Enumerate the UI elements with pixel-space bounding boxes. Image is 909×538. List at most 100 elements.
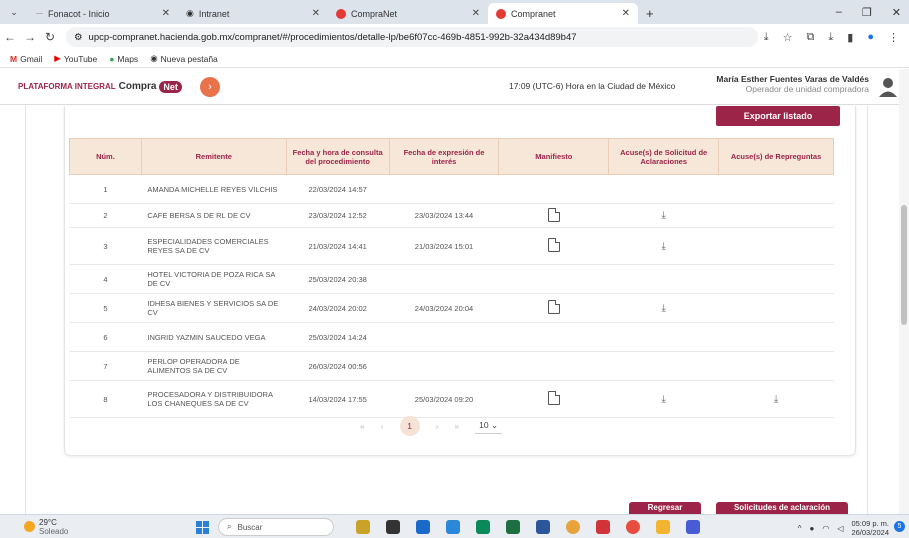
pdf-document-icon[interactable] [547,300,560,314]
compranet-logo[interactable]: PLATAFORMA INTEGRAL Compra Net [18,80,182,93]
site-info-icon[interactable]: ⚙ [74,32,83,43]
close-tab-icon[interactable]: ✕ [162,8,170,19]
wifi-icon[interactable]: ◠ [822,524,829,533]
app-red-icon[interactable] [626,520,640,534]
scrollbar-thumb[interactable] [901,205,907,325]
new-tab-button[interactable]: + [638,3,662,24]
taskbar-search[interactable]: ⌕ Buscar [218,518,334,536]
download-icon[interactable]: ⤓ [661,241,665,252]
pdf-document-icon[interactable] [547,391,560,405]
cell-consulta: 23/03/2024 12:52 [286,203,390,228]
acrobat-icon[interactable] [596,520,610,534]
close-tab-icon[interactable]: ✕ [472,8,480,19]
notification-badge[interactable]: 5 [894,521,905,532]
downloads-icon[interactable]: ⤓ [828,31,833,44]
first-page-button[interactable]: « [360,421,365,431]
cell-repreguntas [718,264,834,294]
close-tab-icon[interactable]: ✕ [622,8,630,19]
pdf-document-icon[interactable] [547,207,560,222]
tab-compranet[interactable]: CompraNet ✕ [328,3,488,24]
forward-icon[interactable]: → [20,30,40,44]
download-icon[interactable]: ⤓ [661,394,665,405]
edge-icon[interactable] [476,520,490,534]
prev-page-button[interactable]: ‹ [381,421,384,431]
download-icon[interactable]: ⤓ [661,303,665,314]
tab-compranet-active[interactable]: Compranet ✕ [488,3,638,24]
cell-remitente: INGRID YAZMIN SAUCEDO VEGA [141,322,287,352]
cell-num: 1 [69,174,142,204]
user-avatar-icon[interactable] [877,76,899,98]
back-button[interactable]: Regresar [629,502,701,514]
teams-icon[interactable] [686,520,700,534]
close-tab-icon[interactable]: ✕ [312,8,320,19]
clock-widget[interactable]: 05:09 p. m. 26/03/2024 [851,519,889,537]
extensions-icon[interactable]: ⧉ [807,31,815,44]
url-input[interactable]: ⚙ upcp-compranet.hacienda.gob.mx/compran… [66,27,758,47]
cell-interes [389,322,499,352]
export-list-button[interactable]: Exportar listado [716,106,840,126]
windows-start-icon[interactable] [196,521,209,534]
table-row: 5 IDHESA BIENES Y SERVICIOS SA DE CV 24/03… [69,293,834,323]
page-size-select[interactable]: 10 ⌄ [475,418,503,434]
task-view-icon[interactable] [386,520,400,534]
last-page-button[interactable]: » [454,421,459,431]
chat-icon[interactable] [416,520,430,534]
table-row: 6 INGRID YAZMIN SAUCEDO VEGA 25/03/2024 14… [69,322,834,352]
download-icon[interactable]: ⤓ [661,210,665,221]
weather-condition: Soleado [39,526,69,536]
cell-interes [389,264,499,294]
bookmark-gmail[interactable]: M Gmail [10,54,42,64]
bookmark-youtube[interactable]: ▶ YouTube [54,53,97,64]
restore-icon[interactable]: ❐ [862,6,872,19]
table-row: 7 PERLOP OPERADORA DE ALIMENTOS SA DE CV 2… [69,351,834,381]
tab-fonacot[interactable]: — Fonacot - Inicio ✕ [28,3,178,24]
profile-icon[interactable]: ● [867,31,874,44]
minimize-icon[interactable]: – [836,6,842,18]
maps-icon: ● [109,53,115,64]
cell-interes: 21/03/2024 15:01 [389,227,499,265]
col-repreguntas: Acuse(s) de Repreguntas [718,138,834,175]
sidepanel-icon[interactable]: ▮ [847,31,853,44]
taskbar-time: 05:09 p. m. [851,519,889,528]
bookmark-new-tab[interactable]: ◉ Nueva pestaña [150,53,218,64]
tab-intranet[interactable]: ◉ Intranet ✕ [178,3,328,24]
bookmark-maps[interactable]: ● Maps [109,54,138,64]
folder-icon[interactable] [656,520,670,534]
cell-manifiesto [498,380,609,418]
word-icon[interactable] [536,520,550,534]
cell-interes [389,174,499,204]
windows-taskbar: 29°C Soleado ⌕ Buscar ^ ● ◠ ◁ 05:09 p. m… [0,514,909,538]
cell-remitente: AMANDA MICHELLE REYES VILCHIS [141,174,287,204]
pdf-document-icon[interactable] [547,238,560,252]
tab-list-chevron-icon[interactable]: ⌄ [0,0,28,24]
chrome-icon[interactable] [566,520,580,534]
reload-icon[interactable]: ↻ [40,30,60,44]
cell-manifiesto [498,322,609,352]
menu-icon[interactable]: ⋮ [888,31,899,44]
next-page-button[interactable]: › [436,421,439,431]
install-icon[interactable]: ⤓ [764,31,769,44]
page-size-value: 10 [479,420,489,430]
close-window-icon[interactable]: ✕ [892,6,901,19]
tray-app-icon[interactable]: ● [809,524,814,533]
col-remitente: Remitente [140,138,287,175]
clarification-label: Solicitudes de aclaración [733,503,831,512]
back-label: Regresar [647,503,683,512]
menu-toggle-button[interactable]: › [199,76,220,97]
file-explorer-icon[interactable] [356,520,370,534]
back-icon[interactable]: ← [0,30,20,44]
url-text: upcp-compranet.hacienda.gob.mx/compranet… [88,31,577,43]
weather-widget[interactable]: 29°C Soleado [24,518,68,536]
bookmark-label: Gmail [20,53,43,64]
cell-consulta: 24/03/2024 20:02 [286,293,390,323]
clarification-requests-button[interactable]: Solicitudes de aclaración [716,502,848,514]
outlook-icon[interactable] [446,520,460,534]
volume-icon[interactable]: ◁ [837,524,843,533]
chevron-right-icon: › [208,80,212,93]
page-1-button[interactable]: 1 [399,416,420,436]
excel-icon[interactable] [506,520,520,534]
tray-chevron-icon[interactable]: ^ [798,524,802,533]
table-row: 2 CAFE BERSA S DE RL DE CV 23/03/2024 12:5… [69,203,834,228]
bookmark-star-icon[interactable]: ☆ [783,31,793,44]
download-icon[interactable]: ⤓ [774,394,778,405]
